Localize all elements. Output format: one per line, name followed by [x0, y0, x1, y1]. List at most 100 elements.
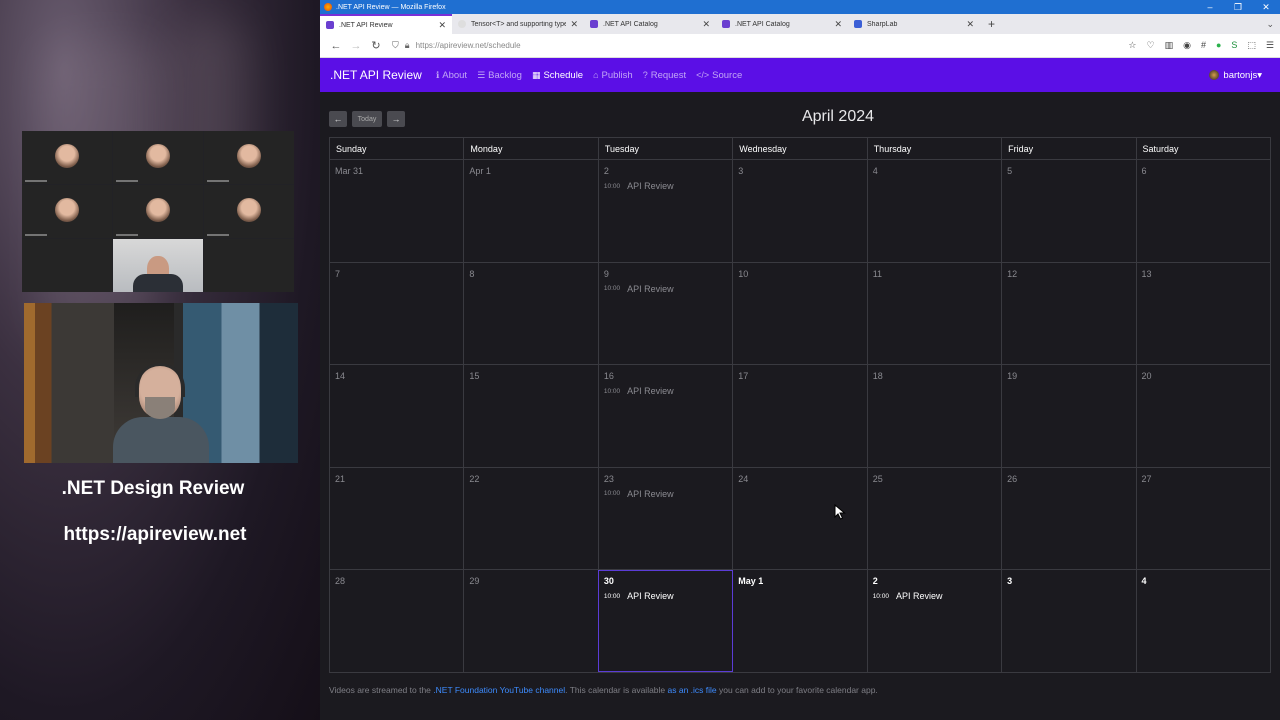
- pocket-icon[interactable]: ♡: [1146, 40, 1154, 51]
- maximize-icon[interactable]: ❐: [1224, 0, 1252, 14]
- participant-name-bar: [25, 234, 47, 236]
- calendar-event[interactable]: 10:00 API Review: [604, 284, 727, 294]
- lock-icon[interactable]: 🔒︎: [405, 40, 410, 51]
- close-tab-icon[interactable]: ✕: [702, 19, 710, 30]
- calendar-day-cell[interactable]: Apr 1: [463, 159, 599, 263]
- calendar-day-cell[interactable]: 24: [732, 466, 868, 571]
- calendar-day-cell[interactable]: 13: [1135, 261, 1272, 366]
- calendar-event[interactable]: 10:00 API Review: [604, 591, 727, 601]
- calendar-day-cell[interactable]: 3: [1001, 569, 1137, 673]
- participant-body: [133, 274, 183, 292]
- calendar-day-cell[interactable]: 7: [328, 261, 465, 366]
- calendar-day-cell[interactable]: 5: [1001, 159, 1137, 263]
- nav-backlog[interactable]: ☰ Backlog: [477, 70, 522, 81]
- participant-tile-empty: [204, 239, 294, 292]
- extension-s-icon[interactable]: S: [1231, 40, 1237, 51]
- sidebar-icon[interactable]: ▥: [1165, 40, 1174, 51]
- bookmark-star-icon[interactable]: ☆: [1128, 40, 1136, 51]
- day-number: 2: [872, 576, 878, 587]
- youtube-channel-link[interactable]: .NET Foundation YouTube channel: [433, 685, 565, 695]
- calendar-day-cell[interactable]: 20: [1135, 364, 1272, 468]
- calendar-day-cell[interactable]: 27: [1135, 466, 1272, 571]
- calendar-day-cell[interactable]: 12: [1001, 261, 1137, 366]
- calendar-day-cell[interactable]: 4: [1135, 569, 1272, 673]
- participant-avatar: [237, 143, 261, 168]
- nav-about[interactable]: ℹ About: [436, 70, 467, 81]
- calendar-day-cell[interactable]: 17: [732, 364, 868, 468]
- extension-hash-icon[interactable]: #: [1201, 40, 1206, 51]
- browser-tab[interactable]: .NET API Review ✕: [320, 14, 452, 34]
- nav-schedule[interactable]: ▦ Schedule: [532, 70, 583, 81]
- calendar-event[interactable]: 10:00 API Review: [604, 489, 727, 499]
- user-menu[interactable]: bartonjs ▾: [1209, 70, 1262, 81]
- menu-icon[interactable]: ☰: [1266, 40, 1274, 51]
- day-number: 24: [738, 473, 749, 484]
- nav-request-label: Request: [650, 69, 687, 81]
- calendar-day-cell[interactable]: 8: [463, 261, 599, 366]
- calendar-day-cell[interactable]: May 1: [732, 569, 868, 673]
- extensions-icon[interactable]: ⬚: [1247, 40, 1256, 51]
- address-bar[interactable]: ⛉ 🔒︎ https://apireview.net/schedule: [386, 37, 1128, 55]
- participant-tile: [113, 185, 203, 238]
- calendar-day-cell[interactable]: 2 10:00 API Review: [597, 159, 734, 263]
- calendar-day-cell[interactable]: 3: [732, 159, 868, 263]
- nav-request[interactable]: ? Request: [643, 70, 686, 81]
- calendar-day-cell[interactable]: 4: [866, 159, 1003, 263]
- calendar-day-cell[interactable]: 29: [463, 569, 599, 673]
- nav-source[interactable]: </> Source: [696, 70, 742, 81]
- calendar-day-cell[interactable]: 15: [463, 364, 599, 468]
- weekday-header: Sunday: [328, 137, 465, 160]
- calendar-day-cell[interactable]: 11: [866, 261, 1003, 366]
- calendar-day-cell[interactable]: Mar 31: [328, 159, 465, 263]
- close-window-icon[interactable]: ✕: [1252, 0, 1280, 14]
- calendar-day-cell[interactable]: 21: [328, 466, 465, 571]
- calendar-day-cell[interactable]: 28: [328, 569, 465, 673]
- ics-file-link[interactable]: as an .ics file: [668, 685, 717, 695]
- close-tab-icon[interactable]: ✕: [438, 20, 446, 31]
- forward-icon[interactable]: →: [346, 40, 366, 52]
- calendar-day-cell[interactable]: 6: [1135, 159, 1272, 263]
- calendar-day-cell[interactable]: 16 10:00 API Review: [597, 364, 734, 468]
- browser-tab[interactable]: SharpLab ✕: [848, 14, 980, 34]
- participant-name-bar: [116, 180, 138, 182]
- account-icon[interactable]: ◉: [1183, 40, 1191, 51]
- participant-name-bar: [116, 234, 138, 236]
- browser-tab[interactable]: .NET API Catalog ✕: [584, 14, 716, 34]
- event-title: API Review: [895, 591, 943, 602]
- nav-about-label: About: [442, 69, 468, 81]
- calendar-day-cell[interactable]: 2 10:00 API Review: [866, 569, 1003, 673]
- calendar-event[interactable]: 10:00 API Review: [604, 181, 727, 191]
- calendar-day-cell[interactable]: 22: [463, 466, 599, 571]
- new-tab-icon[interactable]: +: [980, 14, 1003, 34]
- calendar-day-cell[interactable]: 19: [1001, 364, 1137, 468]
- day-number: 16: [603, 371, 614, 382]
- minimize-icon[interactable]: –: [1196, 0, 1224, 14]
- tab-label: .NET API Catalog: [603, 20, 658, 28]
- calendar-day-cell[interactable]: 10: [732, 261, 868, 366]
- app-brand[interactable]: .NET API Review: [330, 68, 422, 82]
- calendar-day-cell[interactable]: 14: [328, 364, 465, 468]
- calendar-day-cell[interactable]: 26: [1001, 466, 1137, 571]
- calendar-day-cell[interactable]: 25: [866, 466, 1003, 571]
- calendar-day-cell[interactable]: 30 10:00 API Review: [597, 569, 734, 673]
- event-time: 10:00: [603, 490, 621, 498]
- host-torso: [113, 417, 209, 463]
- calendar-day-cell[interactable]: 18: [866, 364, 1003, 468]
- calendar-event[interactable]: 10:00 API Review: [604, 386, 727, 396]
- browser-tab[interactable]: Tensor<T> and supporting types ✕: [452, 14, 584, 34]
- browser-tab[interactable]: .NET API Catalog ✕: [716, 14, 848, 34]
- nav-backlog-label: Backlog: [488, 69, 522, 81]
- tab-label: .NET API Review: [339, 21, 393, 29]
- close-tab-icon[interactable]: ✕: [570, 19, 578, 30]
- chevron-down-icon[interactable]: ⌄: [1266, 14, 1280, 34]
- close-tab-icon[interactable]: ✕: [834, 19, 842, 30]
- calendar-day-cell[interactable]: 9 10:00 API Review: [597, 261, 734, 366]
- calendar-event[interactable]: 10:00 API Review: [873, 591, 996, 601]
- reload-icon[interactable]: ↻: [366, 39, 386, 52]
- calendar-day-cell[interactable]: 23 10:00 API Review: [597, 466, 734, 571]
- nav-publish[interactable]: ⌂ Publish: [593, 70, 633, 81]
- back-icon[interactable]: ←: [326, 40, 346, 52]
- extension-green-icon[interactable]: ●: [1216, 40, 1221, 51]
- shield-icon[interactable]: ⛉: [392, 40, 399, 51]
- close-tab-icon[interactable]: ✕: [966, 19, 974, 30]
